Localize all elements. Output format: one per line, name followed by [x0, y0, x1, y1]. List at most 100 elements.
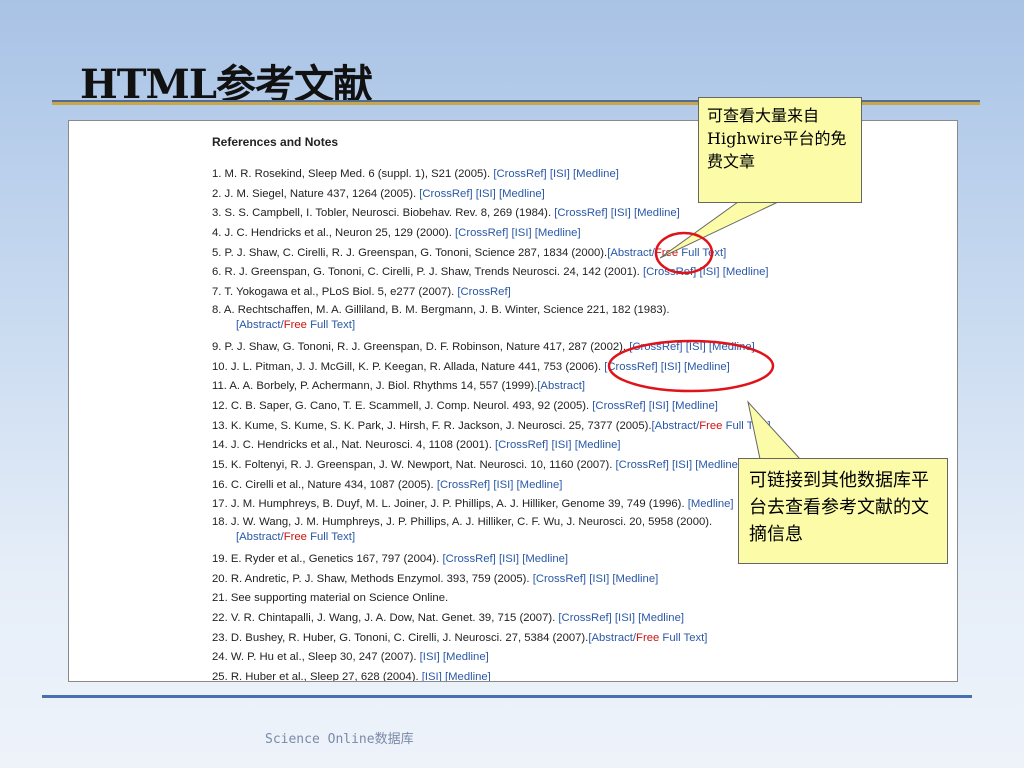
reference-item: 22. V. R. Chintapalli, J. Wang, J. A. Do…	[212, 609, 771, 629]
reference-text: 3. S. S. Campbell, I. Tobler, Neurosci. …	[212, 207, 555, 220]
references-heading: References and Notes	[212, 135, 339, 149]
reference-text: 12. C. B. Saper, G. Cano, T. E. Scammell…	[212, 399, 593, 412]
reference-text: 4. J. C. Hendricks et al., Neuron 25, 12…	[212, 227, 456, 240]
reference-link[interactable]: [ISI]	[551, 439, 571, 451]
reference-link[interactable]: [ISI]	[615, 612, 635, 624]
reference-text: 16. C. Cirelli et al., Nature 434, 1087 …	[212, 478, 437, 491]
reference-link[interactable]: [CrossRef]	[558, 612, 611, 624]
reference-link[interactable]: [Abstract/	[236, 531, 284, 543]
reference-link[interactable]: [ISI]	[420, 651, 440, 663]
reference-link[interactable]: [Medline]	[709, 341, 755, 353]
reference-link[interactable]: [CrossRef]	[554, 207, 607, 219]
reference-text: 19. E. Ryder et al., Genetics 167, 797 (…	[212, 553, 443, 565]
reference-link[interactable]: [Medline]	[723, 266, 769, 278]
reference-link[interactable]: [CrossRef]	[493, 168, 546, 180]
reference-link[interactable]: [Abstract]	[537, 380, 585, 392]
reference-link[interactable]: [ISI]	[589, 573, 609, 585]
reference-link[interactable]: Full Text]	[659, 632, 707, 644]
reference-link[interactable]: [CrossRef]	[419, 188, 472, 200]
reference-link[interactable]: [CrossRef]	[455, 227, 508, 239]
reference-link[interactable]: [Medline]	[638, 612, 684, 624]
reference-link[interactable]: [CrossRef]	[616, 459, 669, 471]
reference-link[interactable]: [CrossRef]	[643, 266, 696, 278]
reference-link[interactable]: [ISI]	[661, 361, 681, 373]
reference-link[interactable]: [ISI]	[611, 207, 631, 219]
reference-link[interactable]: [ISI]	[493, 479, 513, 491]
reference-link[interactable]: [ISI]	[649, 400, 669, 412]
reference-link[interactable]: [CrossRef]	[592, 400, 645, 412]
reference-link[interactable]: [CrossRef]	[457, 286, 510, 298]
reference-text: 21. See supporting material on Science O…	[212, 592, 449, 605]
reference-text: 11. A. A. Borbely, P. Achermann, J. Biol…	[212, 380, 538, 393]
footer-divider	[42, 695, 972, 698]
reference-link[interactable]: [Abstract/	[236, 319, 284, 331]
reference-link[interactable]: [CrossRef]	[495, 439, 548, 451]
reference-link[interactable]: [CrossRef]	[442, 553, 495, 565]
reference-link[interactable]: [Medline]	[573, 168, 619, 180]
reference-link[interactable]: [ISI]	[699, 266, 719, 278]
reference-link[interactable]: [Medline]	[695, 459, 741, 471]
reference-text: 17. J. M. Humphreys, B. Duyf, M. L. Join…	[212, 498, 688, 511]
reference-text: 8. A. Rechtschaffen, M. A. Gilliland, B.…	[212, 303, 670, 316]
reference-link[interactable]: Full Text]	[307, 319, 355, 331]
reference-link[interactable]: [Medline]	[443, 651, 489, 663]
reference-link[interactable]: [Medline]	[612, 573, 658, 585]
reference-link[interactable]: [ISI]	[476, 188, 496, 200]
reference-link[interactable]: [CrossRef]	[437, 479, 490, 491]
reference-text: 20. R. Andretic, P. J. Shaw, Methods Enz…	[212, 572, 533, 585]
reference-link[interactable]: [Medline]	[499, 188, 545, 200]
reference-link[interactable]: [Medline]	[684, 361, 730, 373]
reference-link[interactable]: [Medline]	[672, 400, 718, 412]
reference-text: 7. T. Yokogawa et al., PLoS Biol. 5, e27…	[212, 286, 458, 299]
reference-text: 25. R. Huber et al., Sleep 27, 628 (2004…	[212, 671, 422, 682]
reference-text: 6. R. J. Greenspan, G. Tononi, C. Cirell…	[212, 266, 643, 279]
reference-item: 15. K. Foltenyi, R. J. Greenspan, J. W. …	[212, 456, 771, 476]
slide-footer: Science Online数据库	[265, 732, 414, 747]
reference-item: 7. T. Yokogawa et al., PLoS Biol. 5, e27…	[212, 283, 771, 303]
reference-item: 2. J. M. Siegel, Nature 437, 1264 (2005)…	[212, 185, 771, 205]
reference-link[interactable]: [Medline]	[688, 498, 734, 510]
reference-item: 10. J. L. Pitman, J. J. McGill, K. P. Ke…	[212, 358, 771, 378]
reference-link[interactable]: [Abstract/	[607, 247, 655, 259]
reference-text: 18. J. W. Wang, J. M. Humphreys, J. P. P…	[212, 516, 713, 528]
reference-link[interactable]: Free	[284, 531, 307, 543]
reference-link[interactable]: [Medline]	[517, 479, 563, 491]
reference-item: 24. W. P. Hu et al., Sleep 30, 247 (2007…	[212, 648, 771, 668]
reference-item: 17. J. M. Humphreys, B. Duyf, M. L. Join…	[212, 495, 771, 515]
reference-link[interactable]: Full Text]	[678, 247, 726, 259]
reference-text: 23. D. Bushey, R. Huber, G. Tononi, C. C…	[212, 631, 589, 644]
reference-link[interactable]: [ISI]	[550, 168, 570, 180]
reference-link[interactable]: [ISI]	[499, 553, 519, 565]
reference-link[interactable]: Full Text]	[307, 531, 355, 543]
reference-item: 20. R. Andretic, P. J. Shaw, Methods Enz…	[212, 570, 771, 590]
reference-link[interactable]: [Medline]	[522, 553, 568, 565]
reference-item: 5. P. J. Shaw, C. Cirelli, R. J. Greensp…	[212, 244, 771, 264]
reference-text: 1. M. R. Rosekind, Sleep Med. 6 (suppl. …	[212, 168, 494, 180]
reference-link[interactable]: [ISI]	[672, 459, 692, 471]
reference-link[interactable]: [ISI]	[422, 671, 442, 681]
reference-link[interactable]: [Medline]	[634, 207, 680, 219]
reference-link[interactable]: [CrossRef]	[604, 361, 657, 373]
reference-link[interactable]: [CrossRef]	[629, 341, 682, 353]
reference-link[interactable]: [Abstract/	[652, 420, 700, 432]
reference-text: 5. P. J. Shaw, C. Cirelli, R. J. Greensp…	[212, 246, 608, 259]
reference-link[interactable]: Free	[655, 247, 678, 259]
reference-link[interactable]: Free	[284, 319, 307, 331]
reference-link[interactable]: [Medline]	[575, 439, 621, 451]
reference-link[interactable]: Free	[699, 420, 722, 432]
reference-link[interactable]: [Medline]	[535, 227, 581, 239]
reference-link[interactable]: Free	[636, 632, 659, 644]
reference-text: 13. K. Kume, S. Kume, S. K. Park, J. Hir…	[212, 419, 652, 432]
reference-item: 21. See supporting material on Science O…	[212, 589, 771, 609]
reference-link[interactable]: [ISI]	[512, 227, 532, 239]
reference-text: 2. J. M. Siegel, Nature 437, 1264 (2005)…	[212, 187, 420, 200]
reference-item: 14. J. C. Hendricks et al., Nat. Neurosc…	[212, 436, 771, 456]
reference-item: 18. J. W. Wang, J. M. Humphreys, J. P. P…	[212, 515, 771, 550]
reference-text: 9. P. J. Shaw, G. Tononi, R. J. Greenspa…	[212, 340, 630, 353]
reference-link[interactable]: [CrossRef]	[533, 573, 586, 585]
reference-link[interactable]: [Abstract/	[588, 632, 636, 644]
reference-item: 1. M. R. Rosekind, Sleep Med. 6 (suppl. …	[212, 165, 771, 185]
reference-link[interactable]: Full Text]	[722, 420, 771, 432]
reference-link[interactable]: [ISI]	[686, 341, 706, 353]
reference-link[interactable]: [Medline]	[445, 671, 491, 681]
